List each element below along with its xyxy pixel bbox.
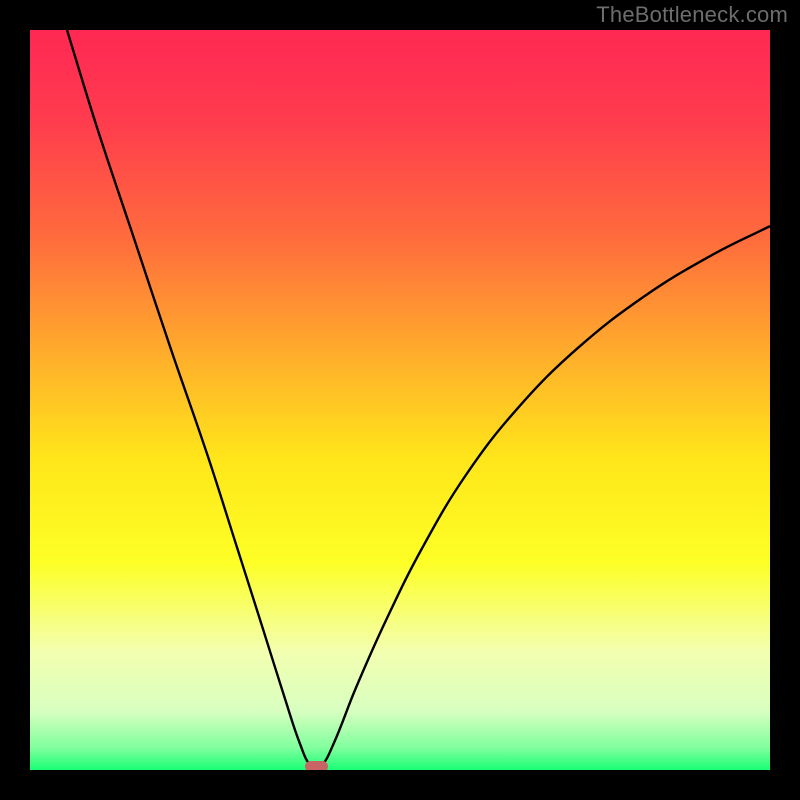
curve-layer: [30, 30, 770, 770]
bottleneck-curve: [67, 30, 770, 768]
chart-frame: TheBottleneck.com: [0, 0, 800, 800]
optimal-range-marker: [305, 761, 329, 770]
plot-area: [30, 30, 770, 770]
watermark-text: TheBottleneck.com: [596, 2, 788, 28]
